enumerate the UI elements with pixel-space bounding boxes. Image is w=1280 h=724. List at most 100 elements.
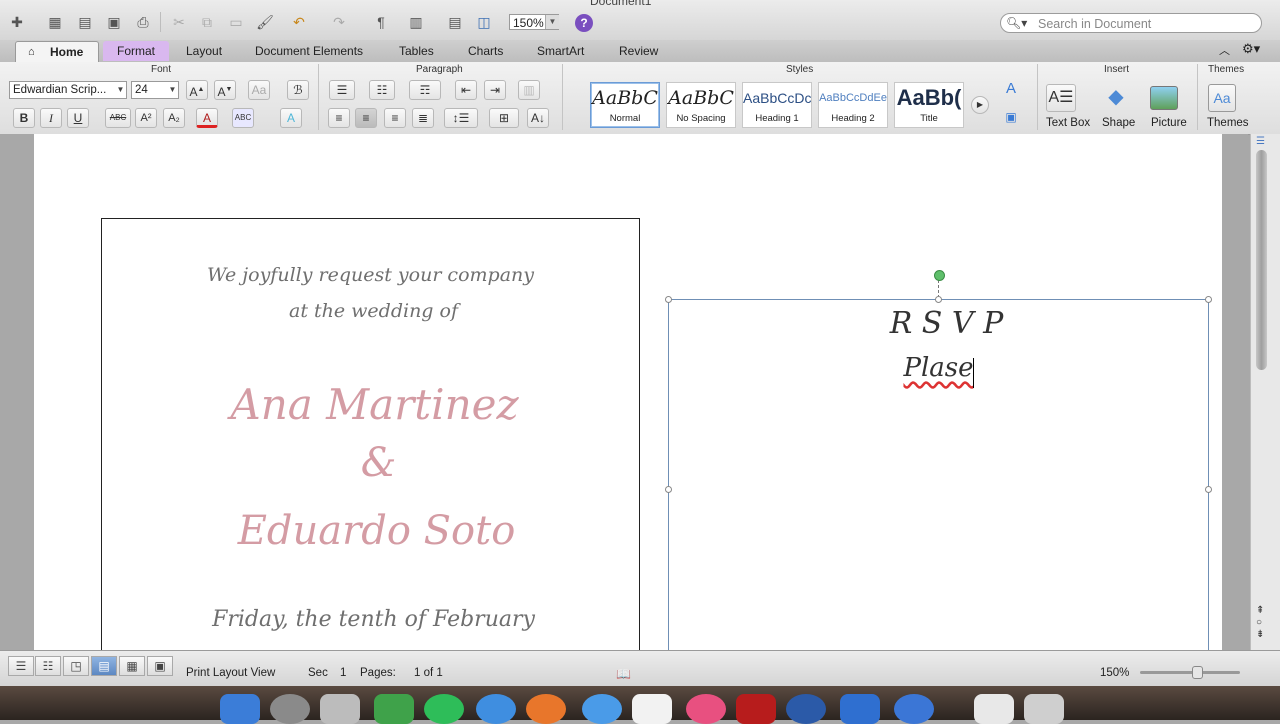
line-spacing-button[interactable]: ↕☰ [444,108,478,128]
style-no-spacing[interactable]: AaBbC No Spacing [666,82,736,128]
home-icon: ⌂ [28,46,35,58]
new-document-icon[interactable]: ✚ [6,12,28,32]
themes-icon[interactable]: Aa [1208,84,1236,112]
search-icon[interactable]: 🔍︎▾ [1006,16,1027,30]
notebook-view-button[interactable]: ▦ [119,656,145,676]
full-screen-view-button[interactable]: ▣ [147,656,173,676]
highlight-button[interactable]: ABC [232,108,254,128]
styles-pane-icon[interactable]: ▣ [1000,108,1022,128]
format-painter-icon[interactable]: 🖌 [254,12,276,32]
picture-icon[interactable] [1150,86,1178,110]
multilevel-list-button[interactable]: ☶ [409,80,441,100]
text-effects-button[interactable]: A [280,108,302,128]
sort-button[interactable]: A↓ [527,108,549,128]
style-heading-1[interactable]: AaBbCcDc Heading 1 [742,82,812,128]
text-style-icon[interactable]: A [1000,80,1022,100]
chevron-down-icon[interactable]: ▼ [115,82,126,98]
resize-handle-left[interactable] [665,486,672,493]
italic-button[interactable]: I [40,108,62,128]
bullets-button[interactable]: ☰ [329,80,355,100]
style-title[interactable]: AaBb( Title [894,82,964,128]
picture-label[interactable]: Picture [1151,117,1187,129]
style-name: Heading 2 [831,113,875,124]
sidebar-icon[interactable]: ▥ [405,12,427,32]
columns-button[interactable]: ▥ [518,80,540,100]
open-folder-icon[interactable]: ▤ [74,12,96,32]
toolbar-separator [160,12,161,32]
cut-icon[interactable]: ✂ [168,12,190,32]
tab-layout[interactable]: Layout [186,43,222,59]
resize-handle-right[interactable] [1205,486,1212,493]
align-left-button[interactable]: ≡ [328,108,350,128]
paste-icon[interactable]: ▭ [225,12,247,32]
save-icon[interactable]: ▣ [103,12,125,32]
tab-tables[interactable]: Tables [399,43,434,59]
decrease-indent-button[interactable]: ⇤ [455,80,477,100]
draft-view-button[interactable]: ☰ [8,656,34,676]
print-icon[interactable]: ⎙ [132,12,154,32]
justify-button[interactable]: ≣ [412,108,434,128]
zoom-slider[interactable] [1140,671,1240,674]
gear-icon[interactable]: ⚙▾ [1242,41,1260,57]
view-icon[interactable]: ▤ [444,12,466,32]
chevron-down-icon[interactable]: ▼ [545,15,559,29]
superscript-button[interactable]: A² [135,108,157,128]
paragraph-group-label: Paragraph [416,64,463,75]
print-layout-view-button[interactable]: ▤ [91,656,117,676]
font-color-button[interactable]: A [196,108,218,128]
increase-indent-button[interactable]: ⇥ [484,80,506,100]
proofing-icon[interactable]: 📖 [616,667,631,681]
browse-buttons-icon[interactable]: ⇞ ○ ⇟ [1256,605,1264,641]
styles-next-icon[interactable]: ▶ [971,96,989,114]
align-right-button[interactable]: ≡ [384,108,406,128]
numbering-button[interactable]: ☷ [369,80,395,100]
tab-charts[interactable]: Charts [468,43,503,59]
copy-icon[interactable]: ⧉ [196,12,218,32]
rotate-handle[interactable] [934,270,945,281]
themes-label[interactable]: Themes [1207,117,1249,129]
resize-handle-top-left[interactable] [665,296,672,303]
underline-button[interactable]: U [67,108,89,128]
styles-group-label: Styles [786,64,814,75]
zoom-slider-knob[interactable] [1192,666,1203,679]
tab-format[interactable]: Format [103,41,169,61]
pilcrow-icon[interactable]: ¶ [370,12,392,32]
publishing-icon[interactable]: ◫ [473,12,495,32]
bold-button[interactable]: B [13,108,35,128]
undo-icon[interactable]: ↶ [288,12,310,32]
tab-document-elements[interactable]: Document Elements [255,43,363,59]
font-name-field[interactable]: Edwardian Scrip... [9,81,127,99]
align-center-button[interactable]: ≡ [355,108,377,128]
outline-view-button[interactable]: ☷ [35,656,61,676]
rsvp-typed-text[interactable]: Plase [668,353,1209,383]
redo-icon[interactable]: ↷ [328,12,350,32]
shape-icon[interactable]: ◆ [1101,84,1131,112]
help-icon[interactable]: ? [575,14,593,32]
grow-font-button[interactable]: A▲ [186,80,208,100]
subscript-button[interactable]: A₂ [163,108,185,128]
publishing-view-button[interactable]: ◳ [63,656,89,676]
collapse-ribbon-icon[interactable]: ︿ [1219,43,1230,59]
chevron-down-icon[interactable]: ▼ [167,82,178,98]
text-box-label[interactable]: Text Box [1046,117,1090,129]
strikethrough-button[interactable]: ABC [105,108,131,128]
scrollbar-thumb[interactable] [1256,150,1267,370]
borders-button[interactable]: ⊞ [489,108,519,128]
resize-handle-top[interactable] [935,296,942,303]
style-heading-2[interactable]: AaBbCcDdEe Heading 2 [818,82,888,128]
tab-home[interactable]: ⌂ Home [15,41,99,62]
tab-smartart[interactable]: SmartArt [537,43,584,59]
change-case-button[interactable]: Aa [248,80,270,100]
shrink-font-button[interactable]: A▼ [214,80,236,100]
section-value: 1 [340,667,347,679]
tab-review[interactable]: Review [619,43,658,59]
clear-formatting-button[interactable]: ℬ [287,80,309,100]
split-icon[interactable]: ☰ [1256,136,1265,147]
text-box-icon[interactable]: A☰ [1046,84,1076,112]
gallery-icon[interactable]: ▦ [44,12,66,32]
style-normal[interactable]: AaBbC Normal [590,82,660,128]
shape-label[interactable]: Shape [1102,117,1135,129]
status-zoom: 150% [1100,667,1130,679]
resize-handle-top-right[interactable] [1205,296,1212,303]
style-name: Title [920,113,938,124]
